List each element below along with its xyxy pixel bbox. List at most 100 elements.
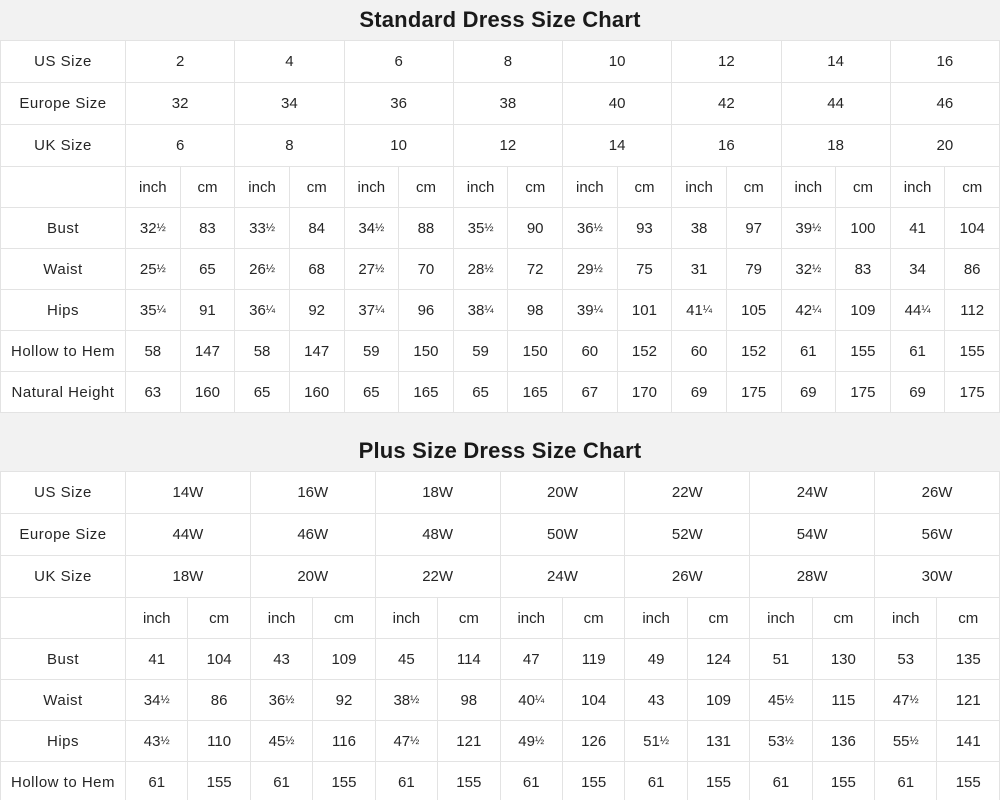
size-cell: 16 [672, 125, 781, 167]
standard-size-table: US Size 246810121416 Europe Size 3234363… [0, 40, 1000, 413]
measurement-cell-cm: 155 [438, 762, 500, 800]
measurement-cell-inch: 51 [750, 639, 812, 680]
measurement-cell-inch: 26½ [235, 249, 290, 290]
unit-header-inch: inch [250, 598, 312, 639]
size-cell: 48W [375, 514, 500, 556]
unit-header-inch: inch [375, 598, 437, 639]
measurement-cell-inch: 58 [126, 331, 181, 372]
size-cell: 56W [875, 514, 1000, 556]
measurement-cell-cm: 68 [289, 249, 344, 290]
measurement-cell-inch: 39¼ [563, 290, 618, 331]
measurement-cell-cm: 83 [180, 208, 235, 249]
measurement-cell-cm: 92 [313, 680, 375, 721]
unit-header-inch: inch [781, 167, 836, 208]
size-cell: 38 [453, 83, 562, 125]
standard-hips-row: Hips 35¼9136¼9237¼9638¼9839¼10141¼10542¼… [1, 290, 1000, 331]
standard-hollow-to-hem-row: Hollow to Hem 58147581475915059150601526… [1, 331, 1000, 372]
measurement-cell-inch: 65 [235, 372, 290, 413]
row-label-hollow-to-hem: Hollow to Hem [1, 762, 126, 800]
size-cell: 18 [781, 125, 890, 167]
measurement-cell-inch: 32½ [781, 249, 836, 290]
measurement-cell-inch: 61 [250, 762, 312, 800]
measurement-cell-cm: 155 [836, 331, 891, 372]
unit-header-inch: inch [890, 167, 945, 208]
measurement-cell-inch: 49½ [500, 721, 562, 762]
measurement-cell-inch: 45½ [250, 721, 312, 762]
row-label-us-size: US Size [1, 41, 126, 83]
size-cell: 12 [453, 125, 562, 167]
measurement-cell-cm: 126 [562, 721, 624, 762]
size-cell: 22W [375, 556, 500, 598]
measurement-cell-inch: 36½ [563, 208, 618, 249]
measurement-cell-inch: 38¼ [453, 290, 508, 331]
measurement-cell-cm: 100 [836, 208, 891, 249]
unit-header-cm: cm [313, 598, 375, 639]
measurement-cell-cm: 121 [438, 721, 500, 762]
measurement-cell-cm: 160 [180, 372, 235, 413]
unit-header-inch: inch [672, 167, 727, 208]
standard-uk-size-row: UK Size 68101214161820 [1, 125, 1000, 167]
row-label-natural-height: Natural Height [1, 372, 126, 413]
unit-header-inch: inch [563, 167, 618, 208]
measurement-cell-cm: 121 [937, 680, 1000, 721]
measurement-cell-inch: 47½ [875, 680, 937, 721]
measurement-cell-inch: 29½ [563, 249, 618, 290]
measurement-cell-inch: 61 [500, 762, 562, 800]
row-label-hips: Hips [1, 290, 126, 331]
measurement-cell-cm: 109 [313, 639, 375, 680]
unit-header-cm: cm [726, 167, 781, 208]
measurement-cell-inch: 43 [250, 639, 312, 680]
measurement-cell-inch: 65 [344, 372, 399, 413]
measurement-cell-inch: 36½ [250, 680, 312, 721]
unit-header-cm: cm [180, 167, 235, 208]
measurement-cell-cm: 86 [945, 249, 1000, 290]
plus-europe-size-row: Europe Size 44W46W48W50W52W54W56W [1, 514, 1000, 556]
measurement-cell-inch: 61 [750, 762, 812, 800]
measurement-cell-inch: 63 [126, 372, 181, 413]
measurement-cell-inch: 60 [672, 331, 727, 372]
measurement-cell-inch: 65 [453, 372, 508, 413]
standard-europe-size-row: Europe Size 3234363840424446 [1, 83, 1000, 125]
measurement-cell-cm: 104 [188, 639, 250, 680]
measurement-cell-inch: 69 [672, 372, 727, 413]
plus-hips-row: Hips 43½11045½11647½12149½12651½13153½13… [1, 721, 1000, 762]
measurement-cell-cm: 131 [687, 721, 749, 762]
measurement-cell-cm: 84 [289, 208, 344, 249]
measurement-cell-cm: 115 [812, 680, 874, 721]
standard-waist-row: Waist 25½6526½6827½7028½7229½75317932½83… [1, 249, 1000, 290]
row-label-hips: Hips [1, 721, 126, 762]
measurement-cell-cm: 155 [188, 762, 250, 800]
measurement-cell-cm: 98 [508, 290, 563, 331]
unit-header-inch: inch [875, 598, 937, 639]
size-cell: 36 [344, 83, 453, 125]
measurement-cell-cm: 116 [313, 721, 375, 762]
unit-header-inch: inch [126, 167, 181, 208]
size-cell: 44W [126, 514, 251, 556]
measurement-cell-inch: 36¼ [235, 290, 290, 331]
unit-header-inch: inch [235, 167, 290, 208]
size-cell: 8 [235, 125, 344, 167]
measurement-cell-inch: 45½ [750, 680, 812, 721]
measurement-cell-cm: 97 [726, 208, 781, 249]
measurement-cell-inch: 38½ [375, 680, 437, 721]
unit-header-inch: inch [500, 598, 562, 639]
size-chart-page: Standard Dress Size Chart US Size 246810… [0, 0, 1000, 800]
measurement-cell-cm: 175 [945, 372, 1000, 413]
plus-hollow-to-hem-row: Hollow to Hem 61155611556115561155611556… [1, 762, 1000, 800]
measurement-cell-inch: 38 [672, 208, 727, 249]
measurement-cell-cm: 86 [188, 680, 250, 721]
measurement-cell-cm: 72 [508, 249, 563, 290]
measurement-cell-cm: 101 [617, 290, 672, 331]
row-label-bust: Bust [1, 208, 126, 249]
unit-header-cm: cm [508, 167, 563, 208]
measurement-cell-inch: 40¼ [500, 680, 562, 721]
standard-us-size-row: US Size 246810121416 [1, 41, 1000, 83]
size-cell: 42 [672, 83, 781, 125]
size-cell: 30W [875, 556, 1000, 598]
measurement-cell-cm: 152 [726, 331, 781, 372]
measurement-cell-inch: 51½ [625, 721, 687, 762]
measurement-cell-inch: 69 [781, 372, 836, 413]
unit-header-cm: cm [836, 167, 891, 208]
measurement-cell-inch: 33½ [235, 208, 290, 249]
size-cell: 34 [235, 83, 344, 125]
